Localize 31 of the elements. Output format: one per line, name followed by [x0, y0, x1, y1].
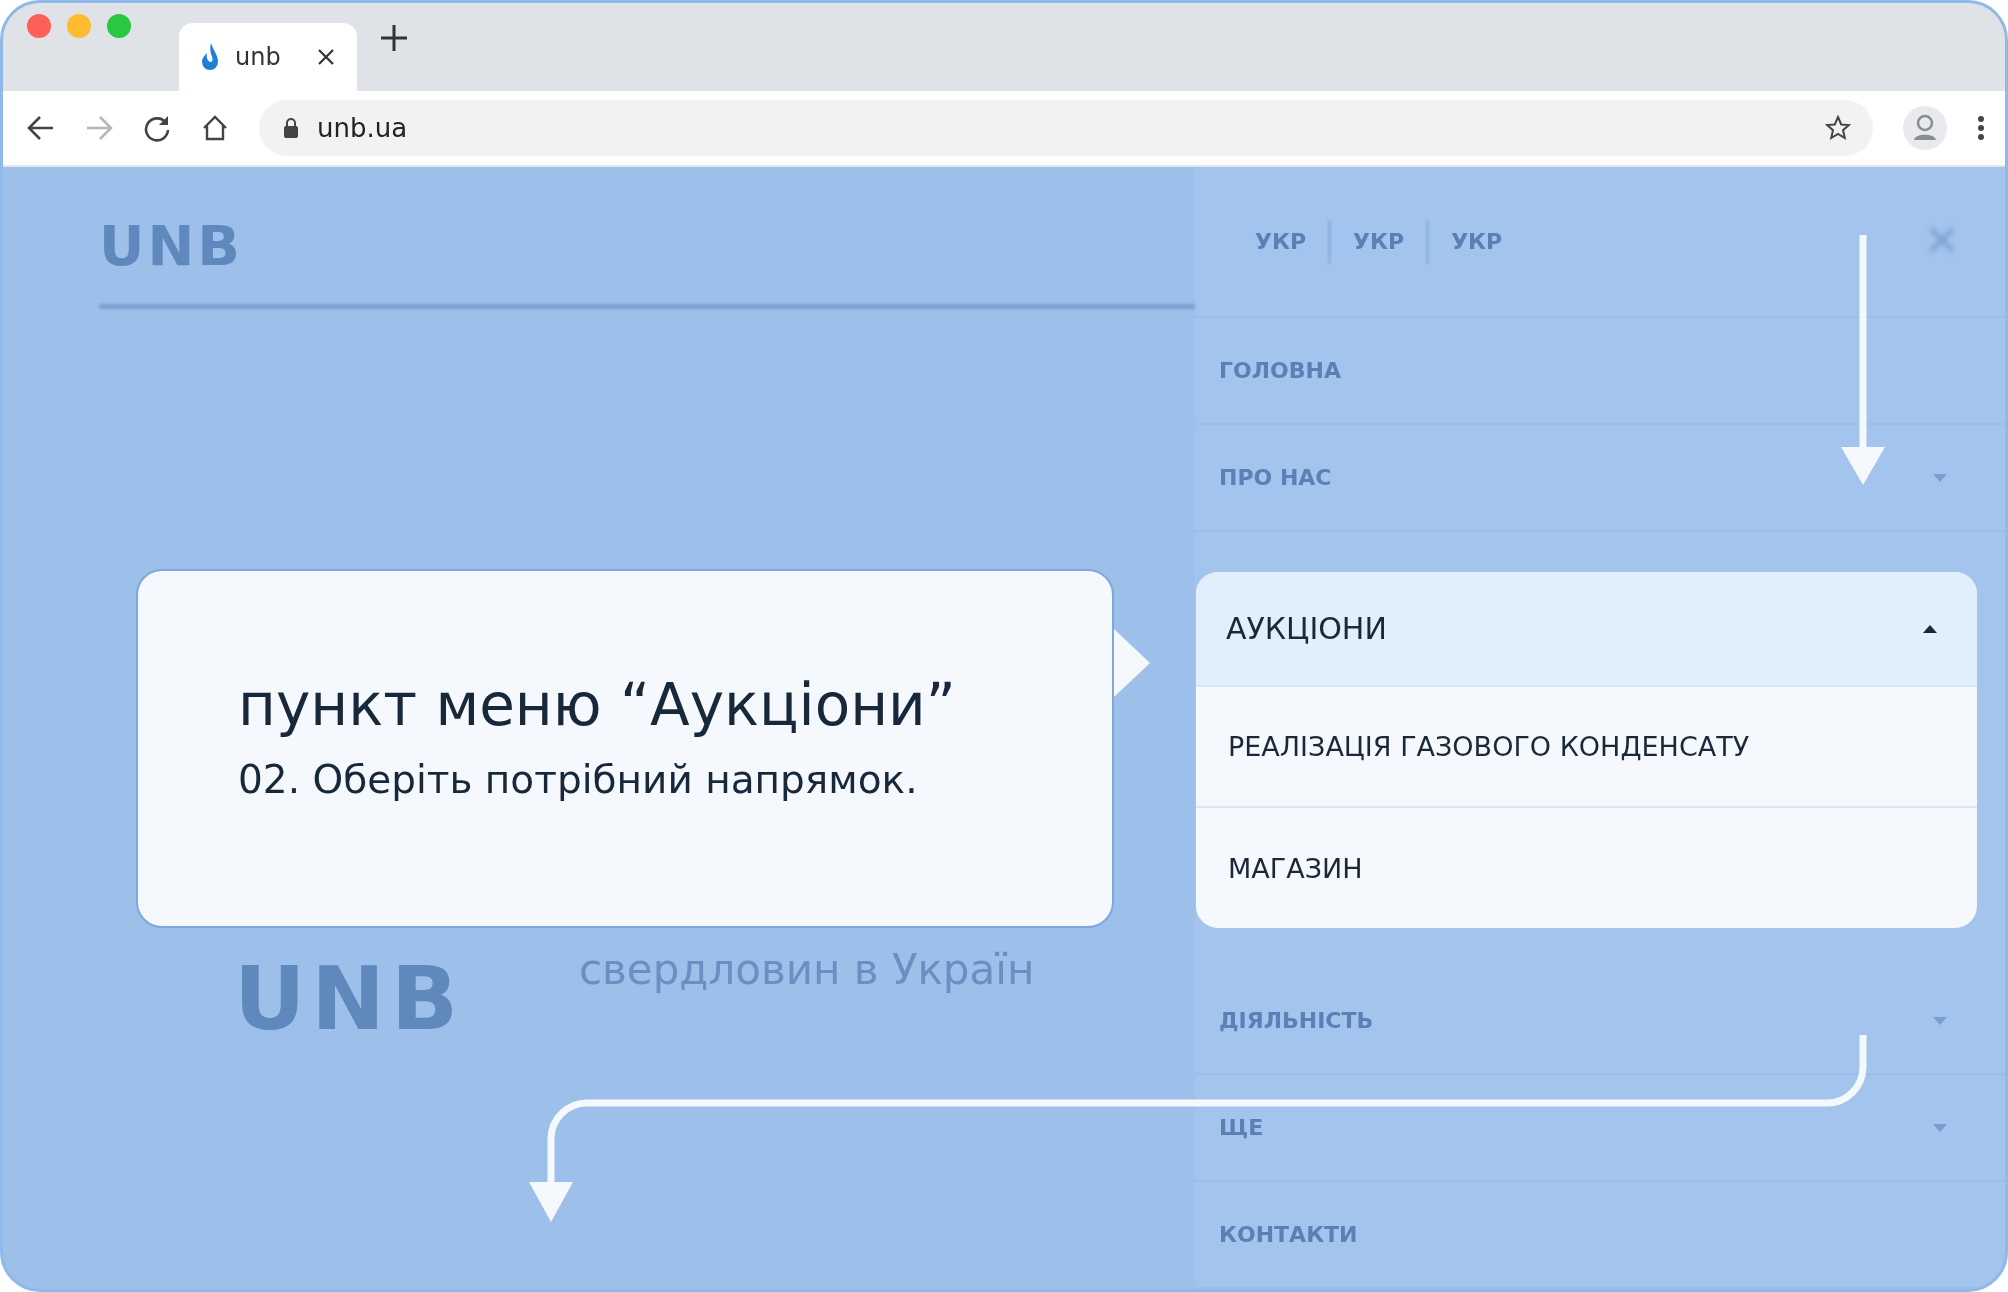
- new-tab-icon[interactable]: [379, 23, 409, 53]
- language-link[interactable]: УКР: [1353, 229, 1405, 255]
- reload-icon[interactable]: [143, 114, 171, 142]
- menu-item[interactable]: КОНТАКТИ: [1219, 1222, 1358, 1248]
- language-link[interactable]: УКР: [1255, 229, 1307, 255]
- star-icon[interactable]: [1825, 115, 1851, 141]
- callout-title: пункт меню “Аукціони”: [238, 671, 957, 739]
- menu-item[interactable]: ГОЛОВНА: [1219, 358, 1341, 384]
- browser-tab[interactable]: unb: [179, 23, 357, 91]
- profile-icon[interactable]: [1903, 106, 1947, 150]
- menu-item[interactable]: ЩЕ: [1219, 1115, 1264, 1141]
- menu-item[interactable]: ПРО НАС: [1219, 465, 1332, 491]
- menu-title: АУКЦІОНИ: [1226, 611, 1387, 647]
- menu-header[interactable]: АУКЦІОНИ: [1196, 572, 1977, 687]
- language-link[interactable]: УКР: [1451, 229, 1503, 255]
- lock-icon: [283, 118, 299, 138]
- address-bar[interactable]: unb.ua: [259, 100, 1873, 156]
- close-icon[interactable]: [317, 48, 335, 66]
- submenu-item[interactable]: РЕАЛІЗАЦІЯ ГАЗОВОГО КОНДЕНСАТУ: [1196, 686, 1977, 808]
- logo: UNB: [99, 213, 244, 278]
- menu-icon[interactable]: [1977, 115, 1985, 141]
- tab-title: unb: [235, 43, 282, 71]
- flame-icon: [201, 42, 219, 72]
- back-icon[interactable]: [27, 115, 55, 141]
- logo: UNB: [233, 947, 465, 1050]
- callout-text: 02. Оберіть потрібний напрямок.: [238, 757, 919, 802]
- url-text: unb.ua: [317, 113, 409, 143]
- home-icon[interactable]: [201, 114, 229, 142]
- caret-up-icon: [1923, 624, 1937, 633]
- menu-item[interactable]: ДІЯЛЬНІСТЬ: [1219, 1008, 1374, 1034]
- submenu-item[interactable]: МАГАЗИН: [1196, 807, 1977, 929]
